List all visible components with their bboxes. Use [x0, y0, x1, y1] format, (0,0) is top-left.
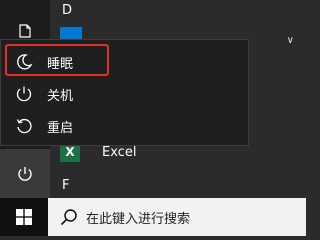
restart-icon [13, 115, 35, 137]
start-button[interactable] [0, 198, 48, 236]
power-menu-item-shutdown[interactable]: 关机 [1, 78, 248, 110]
moon-icon [13, 51, 35, 73]
search-box[interactable]: 在此键入进行搜索 [48, 198, 306, 236]
power-menu-popup: 睡眠 关机 重启 [0, 39, 249, 146]
power-menu-item-label: 重启 [47, 120, 74, 136]
power-menu-item-label: 关机 [47, 88, 74, 104]
power-menu-item-sleep[interactable]: 睡眠 [1, 46, 248, 78]
windows-logo-icon [16, 209, 32, 225]
section-header-f[interactable]: F [62, 178, 69, 193]
rail-power-button[interactable] [0, 149, 50, 199]
document-icon [19, 24, 31, 38]
power-icon [13, 83, 35, 105]
taskbar: 在此键入进行搜索 [0, 198, 306, 236]
chevron-down-icon[interactable]: ∨ [287, 35, 294, 46]
app-item-label: Excel [102, 144, 137, 160]
search-placeholder: 在此键入进行搜索 [86, 211, 191, 227]
section-header-d[interactable]: D [62, 3, 72, 18]
search-icon [60, 208, 78, 226]
power-icon [18, 167, 32, 181]
app-tile-icon [60, 27, 82, 39]
power-menu-item-label: 睡眠 [47, 56, 74, 72]
power-menu-item-restart[interactable]: 重启 [1, 110, 248, 142]
